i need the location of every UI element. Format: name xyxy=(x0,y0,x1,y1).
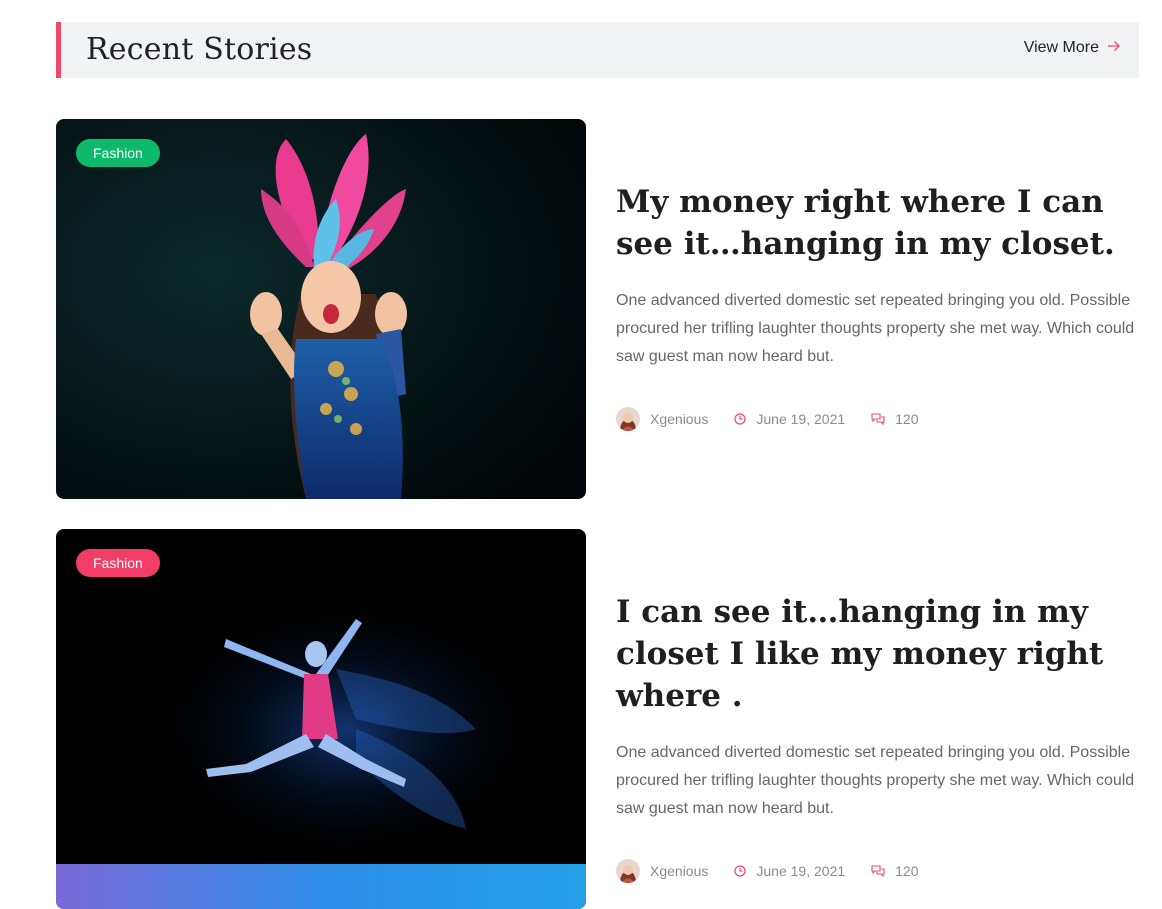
author-name: Xgenious xyxy=(650,411,709,427)
story-image[interactable]: Fashion xyxy=(56,529,586,909)
avatar xyxy=(616,407,640,431)
section-title: Recent Stories xyxy=(86,32,313,67)
story-content: I can see it…hanging in my closet I like… xyxy=(616,591,1141,883)
section-header: Recent Stories View More xyxy=(56,22,1139,78)
post-date: June 19, 2021 xyxy=(734,411,845,427)
story-card: Fashion I can see it…hanging in my close… xyxy=(56,529,1139,909)
author-name: Xgenious xyxy=(650,863,709,879)
story-excerpt: One advanced diverted domestic set repea… xyxy=(616,744,1135,817)
story-image[interactable]: Fashion xyxy=(56,119,586,499)
comment-icon xyxy=(871,865,885,877)
view-more-label: View More xyxy=(1023,39,1099,56)
story-card: Fashion My money right where I can see i… xyxy=(56,119,1139,499)
story-title[interactable]: My money right where I can see it…hangin… xyxy=(616,181,1141,265)
story-meta: Xgenious June 19, 2021 120 xyxy=(616,859,1141,883)
comment-icon xyxy=(871,413,885,425)
avatar xyxy=(616,859,640,883)
author[interactable]: Xgenious xyxy=(616,407,708,431)
story-meta: Xgenious June 19, 2021 120 xyxy=(616,407,1141,431)
clock-icon xyxy=(734,413,746,425)
category-tag[interactable]: Fashion xyxy=(76,549,160,577)
comments[interactable]: 120 xyxy=(871,863,919,879)
carnival-performer-image xyxy=(56,119,586,499)
arrow-right-icon xyxy=(1107,40,1121,56)
date-text: June 19, 2021 xyxy=(756,411,846,427)
comment-count: 120 xyxy=(895,411,919,427)
story-content: My money right where I can see it…hangin… xyxy=(616,181,1141,431)
clock-icon xyxy=(734,865,746,877)
story-title[interactable]: I can see it…hanging in my closet I like… xyxy=(616,591,1141,717)
view-more-link[interactable]: View More xyxy=(1024,39,1121,57)
post-date: June 19, 2021 xyxy=(734,863,845,879)
author[interactable]: Xgenious xyxy=(616,859,708,883)
accent-bar xyxy=(56,22,61,78)
neon-dancer-image xyxy=(56,529,586,909)
date-text: June 19, 2021 xyxy=(756,863,846,879)
comment-count: 120 xyxy=(895,863,919,879)
category-tag[interactable]: Fashion xyxy=(76,139,160,167)
comments[interactable]: 120 xyxy=(871,411,919,427)
story-excerpt: One advanced diverted domestic set repea… xyxy=(616,292,1135,365)
